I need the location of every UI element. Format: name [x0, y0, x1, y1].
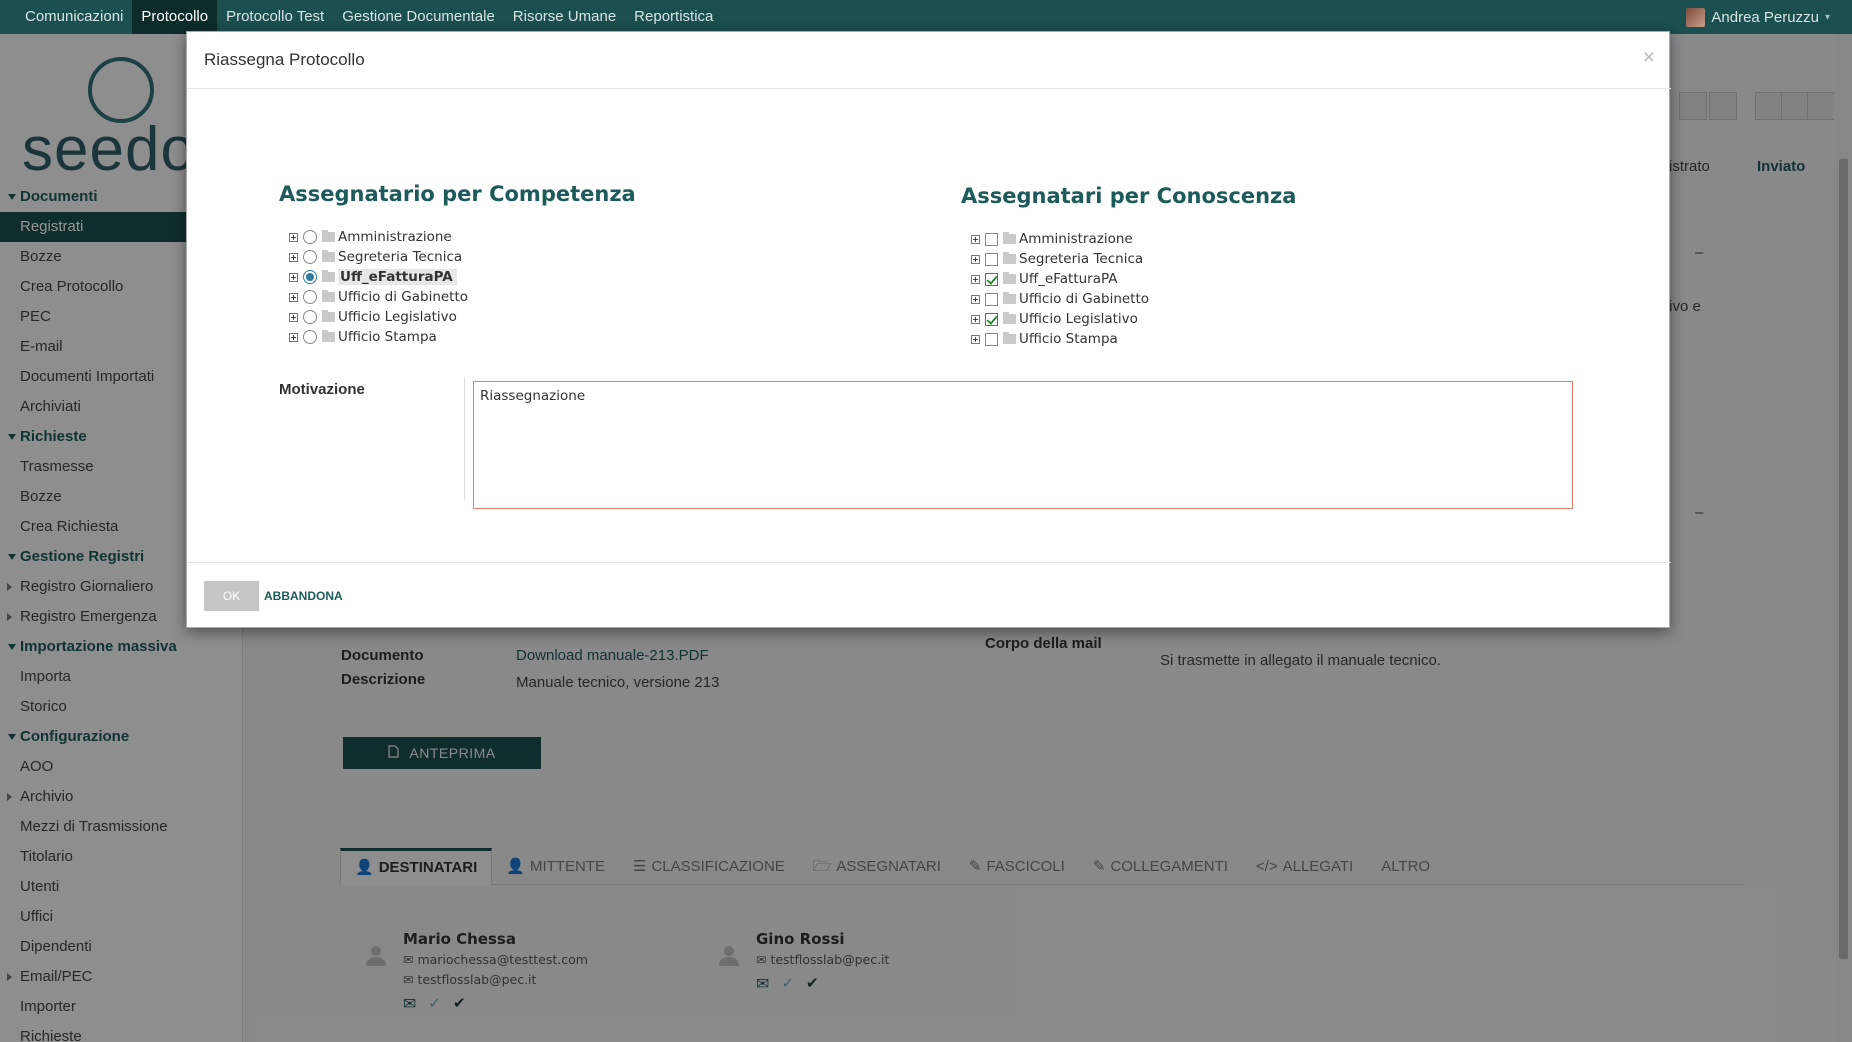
folder-icon: [322, 230, 335, 242]
tree-node: Amministrazione: [971, 229, 1149, 249]
tree-node: Ufficio di Gabinetto: [289, 287, 468, 307]
radio-button[interactable]: [303, 230, 317, 244]
checkbox-checked[interactable]: [985, 312, 998, 326]
nav-protocollo[interactable]: Protocollo: [132, 0, 218, 34]
motivazione-textarea[interactable]: Riassegnazione: [473, 381, 1573, 509]
user-menu[interactable]: Andrea Peruzzu ▾: [1686, 0, 1830, 34]
tree-node-label[interactable]: Ufficio di Gabinetto: [1019, 291, 1149, 307]
conoscenza-tree: Amministrazione Segreteria Tecnica Uff_e…: [971, 229, 1149, 349]
expand-icon[interactable]: [289, 252, 298, 262]
close-icon[interactable]: ×: [1643, 46, 1655, 70]
tree-node-label[interactable]: Segreteria Tecnica: [338, 249, 462, 265]
user-name: Andrea Peruzzu: [1711, 8, 1819, 26]
tree-node: Ufficio Legislativo: [289, 307, 468, 327]
nav-reportistica[interactable]: Reportistica: [625, 0, 722, 34]
motivazione-label: Motivazione: [279, 381, 365, 398]
nav-protocollo-test[interactable]: Protocollo Test: [217, 0, 333, 34]
caret-down-icon: ▾: [1824, 11, 1830, 23]
expand-icon[interactable]: [289, 332, 298, 342]
tree-node: Ufficio Stampa: [971, 329, 1149, 349]
tree-node-label[interactable]: Uff_eFatturaPA: [338, 269, 457, 285]
competenza-title: Assegnatario per Competenza: [279, 182, 636, 206]
tree-node-label[interactable]: Ufficio di Gabinetto: [338, 289, 468, 305]
expand-icon[interactable]: [289, 312, 298, 322]
nav-risorse-umane[interactable]: Risorse Umane: [504, 0, 625, 34]
divider: [464, 377, 465, 500]
expand-icon[interactable]: [971, 294, 980, 304]
tree-node-label[interactable]: Amministrazione: [338, 229, 452, 245]
tree-node: Uff_eFatturaPA: [289, 267, 468, 287]
tree-node: Amministrazione: [289, 227, 468, 247]
expand-icon[interactable]: [971, 274, 980, 284]
tree-node-label[interactable]: Ufficio Stampa: [338, 329, 437, 345]
folder-icon: [322, 270, 335, 282]
tree-node: Segreteria Tecnica: [289, 247, 468, 267]
folder-icon: [1003, 272, 1016, 284]
folder-icon: [322, 310, 335, 322]
radio-button[interactable]: [303, 310, 317, 324]
expand-icon[interactable]: [289, 232, 298, 242]
expand-icon[interactable]: [971, 234, 980, 244]
radio-button[interactable]: [303, 290, 317, 304]
expand-icon[interactable]: [971, 334, 980, 344]
folder-icon: [1003, 312, 1016, 324]
tree-node: Ufficio Stampa: [289, 327, 468, 347]
tree-node: Uff_eFatturaPA: [971, 269, 1149, 289]
radio-button-selected[interactable]: [303, 270, 317, 284]
conoscenza-title: Assegnatari per Conoscenza: [961, 184, 1297, 208]
checkbox[interactable]: [985, 292, 998, 306]
tree-node-label[interactable]: Ufficio Stampa: [1019, 331, 1118, 347]
folder-icon: [1003, 292, 1016, 304]
tree-node-label[interactable]: Amministrazione: [1019, 231, 1133, 247]
top-navbar: Comunicazioni Protocollo Protocollo Test…: [0, 0, 1852, 34]
tree-node: Ufficio di Gabinetto: [971, 289, 1149, 309]
tree-node: Ufficio Legislativo: [971, 309, 1149, 329]
checkbox[interactable]: [985, 332, 998, 346]
competenza-tree: Amministrazione Segreteria Tecnica Uff_e…: [289, 227, 468, 347]
abbandona-button[interactable]: ABBANDONA: [264, 589, 343, 603]
nav-gestione-documentale[interactable]: Gestione Documentale: [333, 0, 504, 34]
modal-footer: OK ABBANDONA: [187, 562, 1671, 629]
expand-icon[interactable]: [971, 254, 980, 264]
modal-header: Riassegna Protocollo ×: [187, 32, 1671, 89]
modal-title: Riassegna Protocollo: [204, 50, 365, 69]
expand-icon[interactable]: [289, 272, 298, 282]
folder-icon: [322, 330, 335, 342]
expand-icon[interactable]: [289, 292, 298, 302]
ok-button[interactable]: OK: [204, 581, 259, 611]
tree-node-label[interactable]: Ufficio Legislativo: [1019, 311, 1138, 327]
radio-button[interactable]: [303, 250, 317, 264]
nav-comunicazioni[interactable]: Comunicazioni: [16, 0, 132, 34]
folder-icon: [1003, 252, 1016, 264]
expand-icon[interactable]: [971, 314, 980, 324]
riassegna-modal: Riassegna Protocollo × Assegnatario per …: [186, 31, 1671, 629]
tree-node-label[interactable]: Segreteria Tecnica: [1019, 251, 1143, 267]
checkbox[interactable]: [985, 232, 998, 246]
tree-node-label[interactable]: Uff_eFatturaPA: [1019, 271, 1118, 287]
folder-icon: [1003, 332, 1016, 344]
folder-icon: [322, 250, 335, 262]
folder-icon: [1003, 232, 1016, 244]
avatar: [1686, 7, 1706, 27]
tree-node: Segreteria Tecnica: [971, 249, 1149, 269]
checkbox-checked[interactable]: [985, 272, 998, 286]
radio-button[interactable]: [303, 330, 317, 344]
checkbox[interactable]: [985, 252, 998, 266]
folder-icon: [322, 290, 335, 302]
tree-node-label[interactable]: Ufficio Legislativo: [338, 309, 457, 325]
